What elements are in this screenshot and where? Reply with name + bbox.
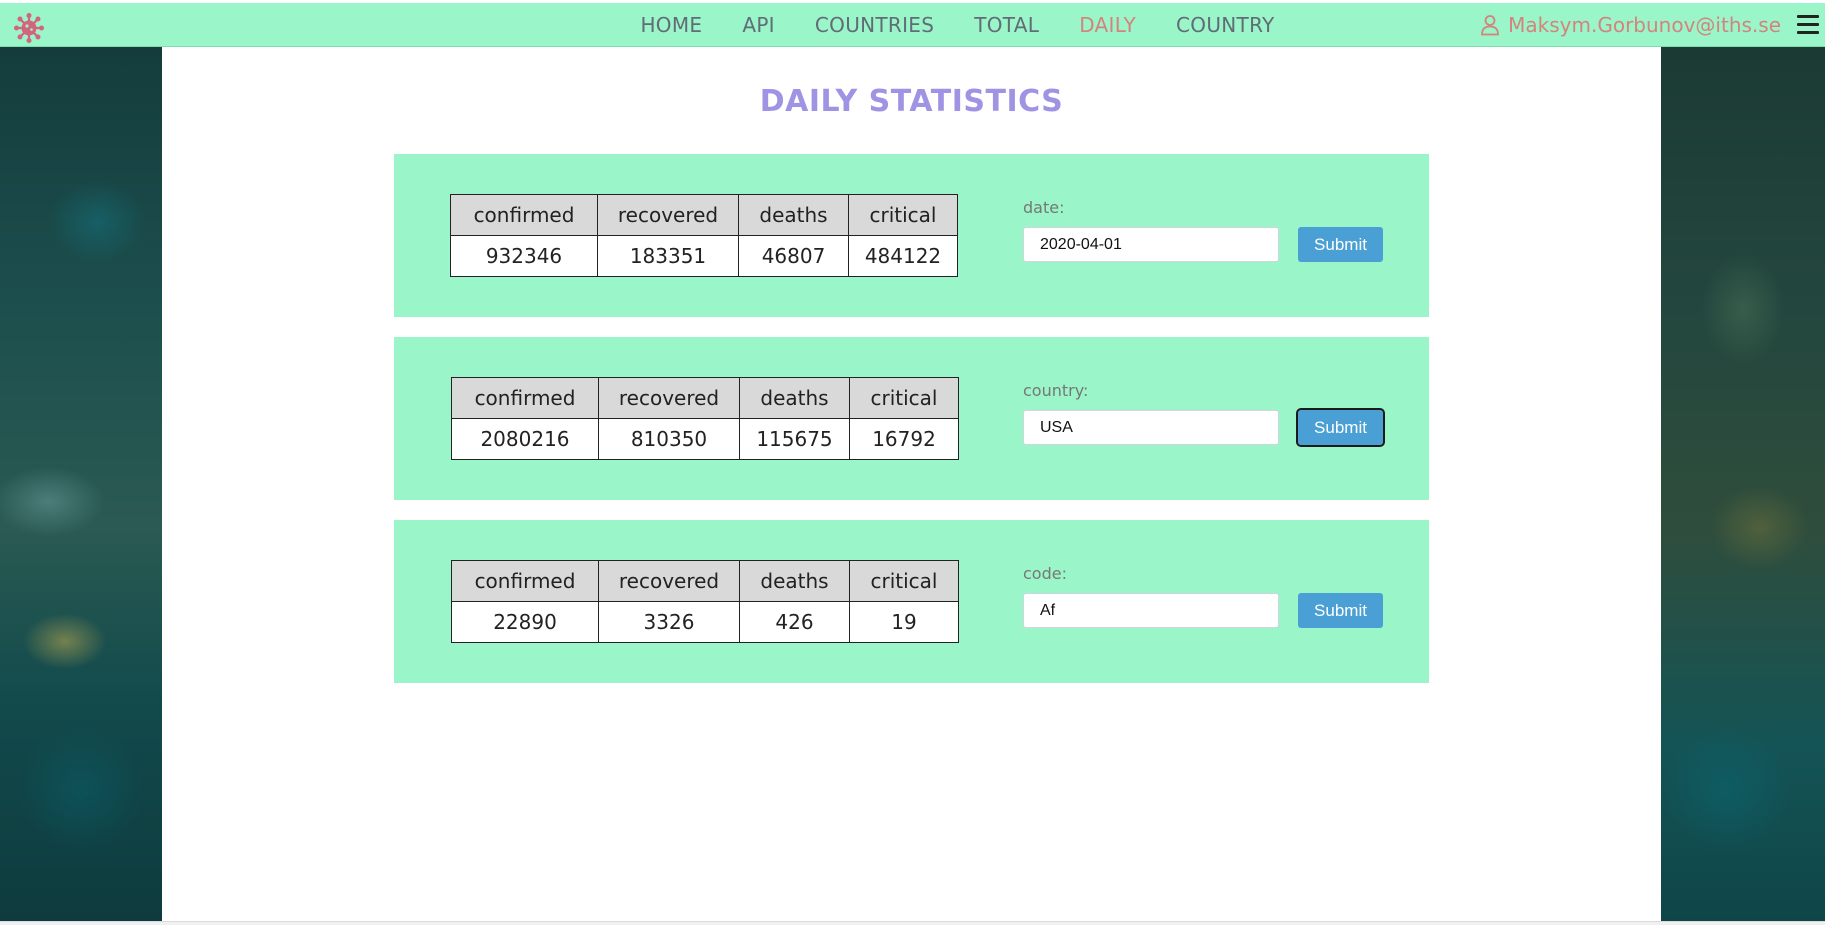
- nav-daily[interactable]: DAILY: [1079, 13, 1136, 37]
- header-confirmed: confirmed: [451, 377, 599, 419]
- header-deaths: deaths: [739, 377, 850, 419]
- table-row: 2080216 810350 115675 16792: [451, 418, 959, 460]
- background-right: [1661, 47, 1825, 921]
- cell-confirmed: 932346: [450, 235, 598, 277]
- table-row: 932346 183351 46807 484122: [450, 235, 958, 277]
- cell-critical: 484122: [848, 235, 958, 277]
- header-recovered: recovered: [598, 560, 740, 602]
- header-confirmed: confirmed: [450, 194, 598, 236]
- stats-card-country: confirmed recovered deaths critical 2080…: [394, 337, 1429, 500]
- date-label: date:: [1023, 198, 1065, 217]
- code-label: code:: [1023, 564, 1067, 583]
- background-left: [0, 47, 162, 921]
- cell-recovered: 3326: [598, 601, 740, 643]
- header-critical: critical: [848, 194, 958, 236]
- stats-card-date: confirmed recovered deaths critical 9323…: [394, 154, 1429, 317]
- page-title: DAILY STATISTICS: [759, 84, 1064, 119]
- user-icon: [1481, 15, 1500, 36]
- code-submit-button[interactable]: Submit: [1298, 593, 1383, 628]
- country-label: country:: [1023, 381, 1089, 400]
- table-header-row: confirmed recovered deaths critical: [451, 377, 959, 419]
- code-input[interactable]: [1023, 593, 1279, 628]
- country-submit-button[interactable]: Submit: [1296, 408, 1385, 447]
- nav-total[interactable]: TOTAL: [974, 13, 1039, 37]
- nav-api[interactable]: API: [742, 13, 775, 37]
- cell-critical: 16792: [849, 418, 959, 460]
- cell-critical: 19: [849, 601, 959, 643]
- table-row: 22890 3326 426 19: [451, 601, 959, 643]
- date-input[interactable]: [1023, 227, 1279, 262]
- stats-card-code: confirmed recovered deaths critical 2289…: [394, 520, 1429, 683]
- header-deaths: deaths: [738, 194, 849, 236]
- header-confirmed: confirmed: [451, 560, 599, 602]
- header-recovered: recovered: [597, 194, 739, 236]
- cell-recovered: 183351: [597, 235, 739, 277]
- bottom-border: [0, 921, 1825, 925]
- cell-deaths: 426: [739, 601, 850, 643]
- cell-confirmed: 22890: [451, 601, 599, 643]
- nav-home[interactable]: HOME: [640, 13, 702, 37]
- cell-deaths: 46807: [738, 235, 849, 277]
- header-deaths: deaths: [739, 560, 850, 602]
- cell-confirmed: 2080216: [451, 418, 599, 460]
- cell-deaths: 115675: [739, 418, 850, 460]
- header-recovered: recovered: [598, 377, 740, 419]
- top-navbar: HOME API COUNTRIES TOTAL DAILY COUNTRY M…: [0, 3, 1825, 47]
- nav-country[interactable]: COUNTRY: [1176, 13, 1274, 37]
- header-critical: critical: [849, 560, 959, 602]
- stats-table: confirmed recovered deaths critical 2289…: [451, 560, 959, 643]
- user-email: Maksym.Gorbunov@iths.se: [1508, 13, 1781, 37]
- cell-recovered: 810350: [598, 418, 740, 460]
- user-account[interactable]: Maksym.Gorbunov@iths.se: [1480, 3, 1781, 47]
- header-critical: critical: [849, 377, 959, 419]
- nav-countries[interactable]: COUNTRIES: [815, 13, 934, 37]
- table-header-row: confirmed recovered deaths critical: [450, 194, 958, 236]
- table-header-row: confirmed recovered deaths critical: [451, 560, 959, 602]
- country-input[interactable]: [1023, 410, 1279, 445]
- stats-table: confirmed recovered deaths critical 9323…: [450, 194, 958, 277]
- date-submit-button[interactable]: Submit: [1298, 227, 1383, 262]
- hamburger-icon[interactable]: [1797, 15, 1819, 35]
- stats-table: confirmed recovered deaths critical 2080…: [451, 377, 959, 460]
